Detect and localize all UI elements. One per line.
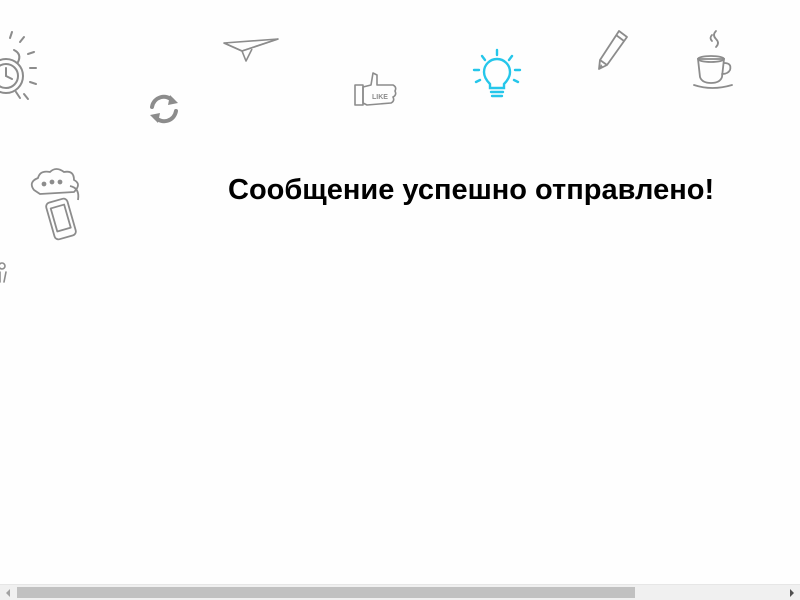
page-viewport: LIKE Сообщение успешно отправлено! bbox=[0, 0, 800, 584]
pencil-icon bbox=[597, 29, 629, 71]
scroll-left-button[interactable] bbox=[0, 585, 16, 600]
svg-text:LIKE: LIKE bbox=[372, 94, 388, 101]
refresh-icon bbox=[146, 93, 182, 125]
chevron-right-icon bbox=[790, 588, 794, 597]
paper-plane-icon bbox=[222, 35, 280, 63]
success-message: Сообщение успешно отправлено! bbox=[228, 174, 715, 206]
horizontal-scrollbar[interactable] bbox=[0, 584, 800, 600]
coffee-cup-icon bbox=[692, 29, 736, 91]
scrollbar-thumb[interactable] bbox=[17, 587, 635, 598]
chat-phone-icon bbox=[28, 168, 84, 244]
lightbulb-icon bbox=[472, 48, 522, 104]
chevron-left-icon bbox=[6, 588, 10, 597]
alarm-clock-icon bbox=[0, 30, 42, 110]
small-doodle-icon bbox=[0, 258, 12, 286]
scroll-right-button[interactable] bbox=[784, 585, 800, 600]
thumbs-up-like-icon: LIKE bbox=[353, 71, 399, 109]
